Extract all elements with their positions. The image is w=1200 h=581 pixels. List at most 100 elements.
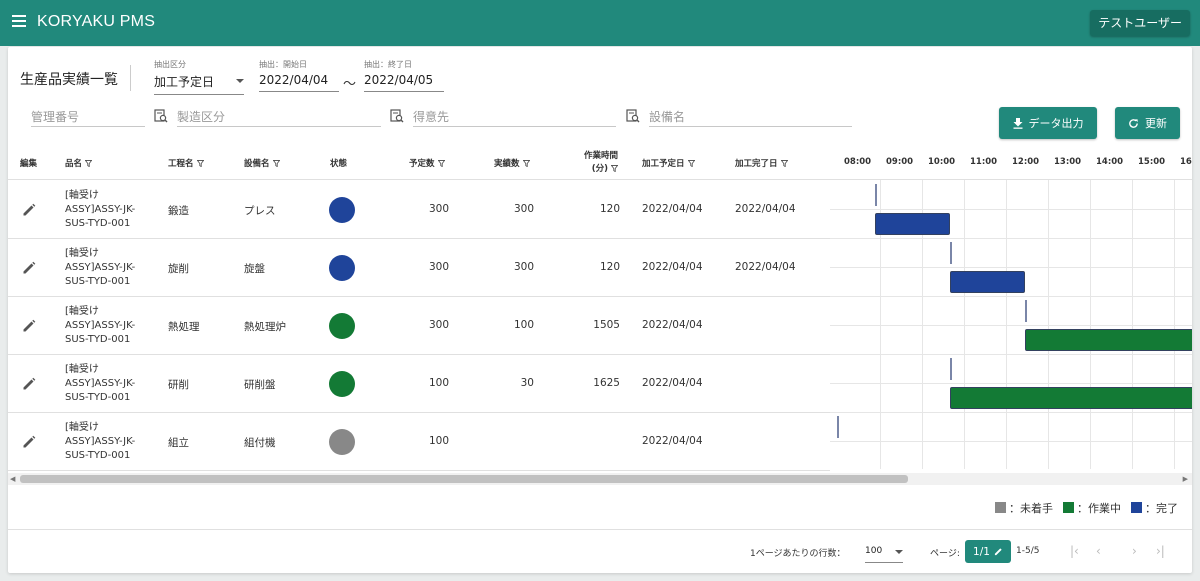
process-name: 旋削 (168, 263, 189, 275)
edit-pencil-icon[interactable] (22, 435, 36, 449)
header-process[interactable]: 工程名 (168, 157, 204, 169)
process-name: 組立 (168, 437, 189, 449)
last-page-icon[interactable]: ›| (1156, 544, 1165, 558)
gantt-hour-label: 14:00 (1096, 157, 1124, 167)
horizontal-scrollbar[interactable]: ◀ ▶ (8, 473, 1192, 485)
refresh-button[interactable]: 更新 (1115, 107, 1180, 139)
next-page-icon[interactable]: › (1132, 544, 1137, 558)
actual-qty: 100 (513, 319, 534, 331)
header-work-time-label: 作業時間 (584, 151, 619, 161)
filter-icon[interactable] (522, 159, 530, 167)
header-equipment-label: 設備名 (244, 159, 270, 169)
gantt-hour-label: 16:0 (1180, 157, 1192, 167)
first-page-icon[interactable]: |‹ (1070, 544, 1079, 558)
filter-icon[interactable] (437, 159, 445, 167)
rows-per-page-select[interactable]: 100 (865, 543, 903, 563)
manufacturing-type-input[interactable]: 製造区分 (177, 105, 381, 127)
edit-pencil-icon[interactable] (22, 261, 36, 275)
filter-icon[interactable] (272, 159, 280, 167)
filter-icon[interactable] (85, 159, 93, 167)
actual-qty: 300 (513, 203, 534, 215)
header-product[interactable]: 品名 (65, 157, 93, 169)
gantt-row-line (830, 296, 1192, 297)
header-work-time[interactable]: 作業時間 (分) (584, 149, 619, 174)
page-label: ページ: (930, 549, 960, 559)
gantt-row-line (830, 325, 1192, 326)
filter-icon[interactable] (196, 159, 204, 167)
gantt-bar[interactable] (875, 213, 950, 235)
filter-icon[interactable] (780, 159, 788, 167)
gantt-row-line (830, 354, 1192, 355)
header-planned-date-label: 加工予定日 (642, 159, 685, 169)
manufacturing-type-placeholder: 製造区分 (177, 110, 226, 124)
equipment-input[interactable]: 設備名 (649, 105, 852, 127)
header-completed-date[interactable]: 加工完了日 (735, 157, 788, 169)
menu-icon[interactable] (12, 15, 26, 29)
header-planned-qty[interactable]: 予定数 (409, 157, 445, 169)
planned-qty: 100 (428, 435, 449, 447)
main-card: 生産品実績一覧 抽出区分 加工予定日 抽出：開始日 2022/04/04 〜 抽… (8, 47, 1192, 573)
scroll-left-icon[interactable]: ◀ (10, 475, 15, 483)
user-menu-button[interactable]: テストユーザー (1090, 10, 1190, 36)
rows-per-page-label: 1ページあたりの行数： (750, 549, 846, 559)
equipment-name: 旋盤 (244, 263, 265, 275)
search-list-icon[interactable] (390, 109, 404, 123)
header-equipment[interactable]: 設備名 (244, 157, 280, 169)
page-range: 1-5/5 (1016, 546, 1040, 556)
footer-divider (8, 529, 1192, 530)
gantt-plan-marker (837, 416, 839, 438)
completed-date: 2022/04/04 (735, 203, 796, 215)
end-date-field[interactable]: 抽出：終了日 2022/04/05 (364, 59, 444, 92)
table-row: [軸受け ASSY]ASSY-JK- SUS-TYD-001 組立 組付機 100 2022… (8, 413, 830, 471)
management-no-input[interactable]: 管理番号 (31, 105, 145, 127)
process-name: 研削 (168, 379, 189, 391)
completed-date: 2022/04/04 (735, 261, 796, 273)
process-name: 熱処理 (168, 321, 200, 333)
planned-date: 2022/04/04 (642, 435, 703, 447)
work-time: 1505 (593, 319, 620, 331)
table-row: [軸受け ASSY]ASSY-JK- SUS-TYD-001 旋削 旋盤 300 300 12… (8, 239, 830, 297)
gantt-hour-label: 12:00 (1012, 157, 1040, 167)
customer-input[interactable]: 得意先 (413, 105, 616, 127)
edit-pencil-icon[interactable] (22, 377, 36, 391)
export-button[interactable]: データ出力 (999, 107, 1097, 139)
gantt-bar[interactable] (950, 387, 1192, 409)
legend-swatch-blue (1131, 502, 1142, 513)
status-indicator (329, 255, 355, 281)
product-name: [軸受け ASSY]ASSY-JK- SUS-TYD-001 (65, 364, 136, 403)
header-work-time-unit: (分) (591, 164, 609, 174)
planned-qty: 300 (428, 203, 449, 215)
scroll-right-icon[interactable]: ▶ (1183, 475, 1188, 483)
status-indicator (329, 371, 355, 397)
gantt-bar[interactable] (1025, 329, 1192, 351)
table-row: [軸受け ASSY]ASSY-JK- SUS-TYD-001 研削 研削盤 100 30 16… (8, 355, 830, 413)
gantt-bar[interactable] (950, 271, 1025, 293)
header-edit: 編集 (20, 159, 38, 169)
planned-date: 2022/04/04 (642, 261, 703, 273)
product-name: [軸受け ASSY]ASSY-JK- SUS-TYD-001 (65, 422, 136, 461)
page-select-button[interactable]: 1/1 (965, 540, 1011, 563)
header-planned-date[interactable]: 加工予定日 (642, 157, 695, 169)
table-row: [軸受け ASSY]ASSY-JK- SUS-TYD-001 鍛造 プレス 300 300 1… (8, 181, 830, 239)
start-date-label: 抽出：開始日 (259, 60, 307, 69)
header-actual-qty-label: 実績数 (494, 159, 520, 169)
work-time: 1625 (593, 377, 620, 389)
gantt-plan-marker (875, 184, 877, 206)
prev-page-icon[interactable]: ‹ (1096, 544, 1101, 558)
edit-pencil-icon[interactable] (22, 319, 36, 333)
process-name: 鍛造 (168, 205, 189, 217)
refresh-button-label: 更新 (1145, 117, 1167, 130)
start-date-field[interactable]: 抽出：開始日 2022/04/04 (259, 59, 339, 92)
equipment-name: 研削盤 (244, 379, 276, 391)
filter-icon[interactable] (611, 164, 619, 172)
actual-qty: 30 (520, 377, 534, 389)
page-title: 生産品実績一覧 (20, 72, 118, 88)
extraction-type-select[interactable]: 抽出区分 加工予定日 (154, 59, 244, 95)
header-actual-qty[interactable]: 実績数 (494, 157, 530, 169)
filter-icon[interactable] (687, 159, 695, 167)
edit-pencil-icon[interactable] (22, 203, 36, 217)
status-legend: ：未着手 ：作業中 ：完了 (995, 500, 1178, 516)
search-list-icon[interactable] (154, 109, 168, 123)
scrollbar-thumb[interactable] (20, 475, 908, 483)
search-list-icon[interactable] (626, 109, 640, 123)
